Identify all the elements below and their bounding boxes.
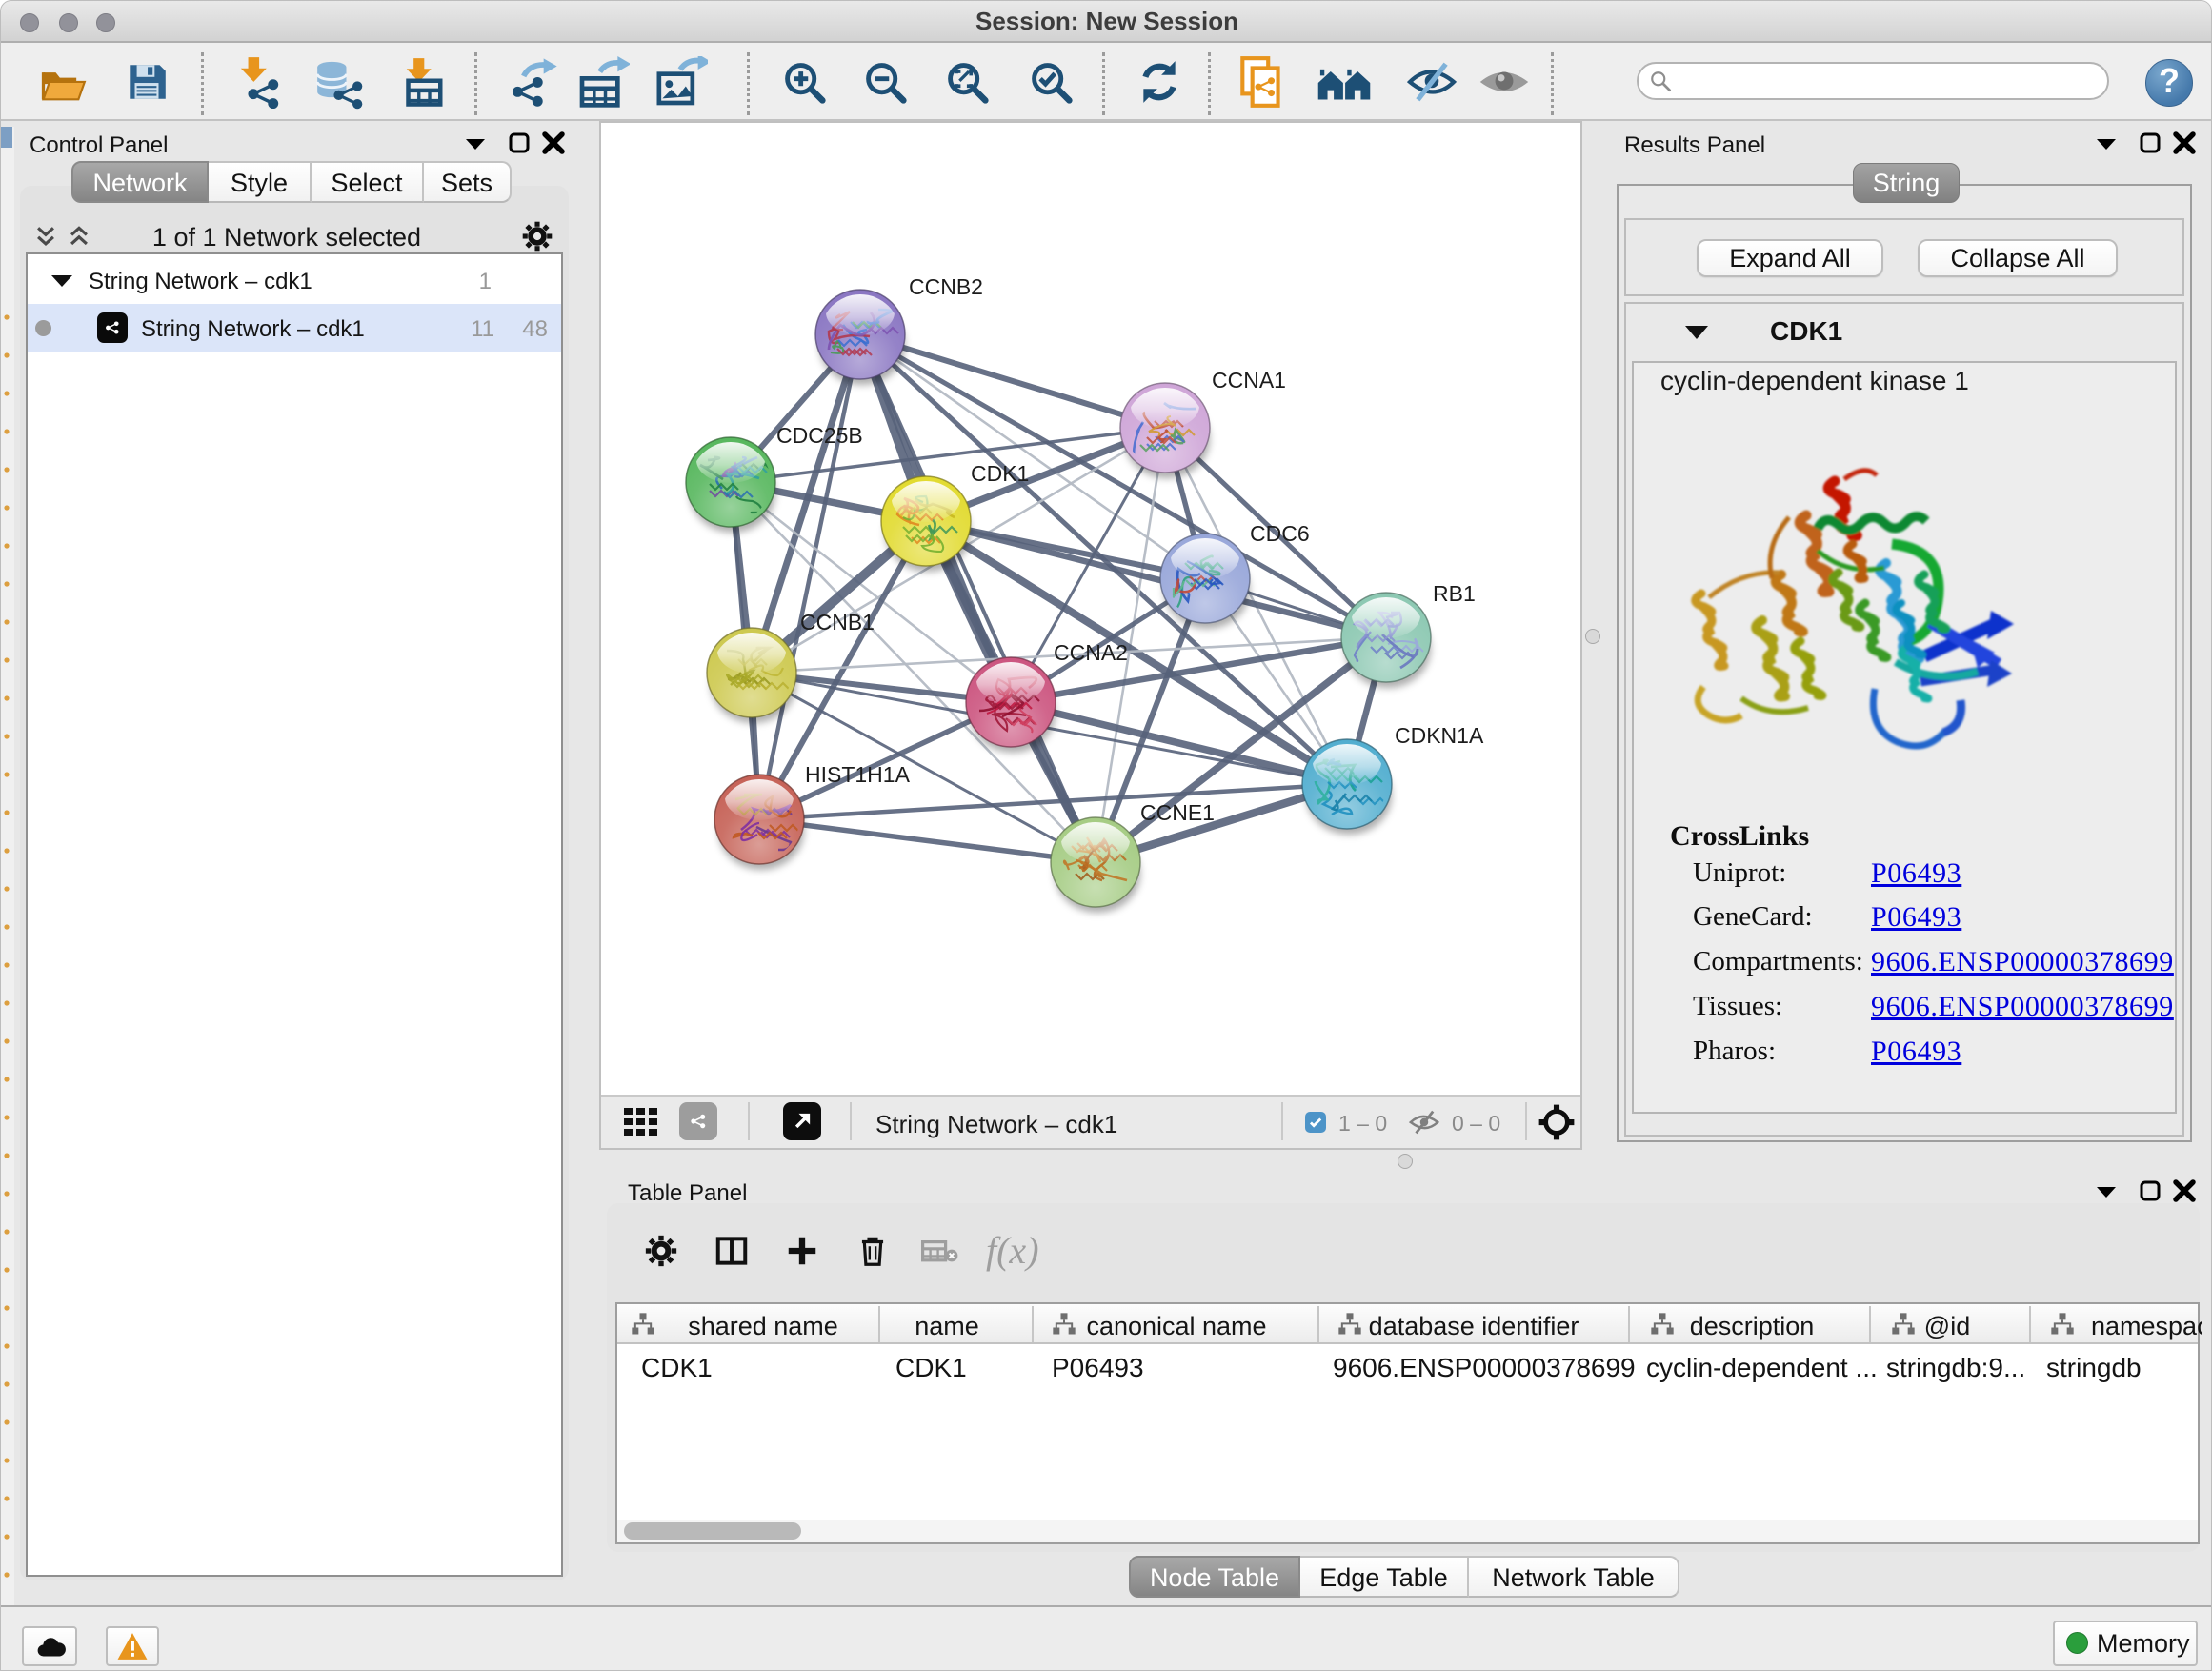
svg-text:CDC6: CDC6 [1250, 521, 1310, 546]
svg-text:CDC25B: CDC25B [776, 423, 863, 448]
svg-text:CCNA1: CCNA1 [1212, 368, 1286, 393]
svg-text:CDKN1A: CDKN1A [1395, 723, 1484, 748]
svg-text:CCNB2: CCNB2 [909, 274, 983, 299]
svg-text:RB1: RB1 [1433, 581, 1476, 606]
svg-text:CCNE1: CCNE1 [1140, 800, 1215, 825]
svg-text:HIST1H1A: HIST1H1A [805, 762, 911, 787]
svg-text:CCNB1: CCNB1 [800, 610, 875, 634]
svg-text:CCNA2: CCNA2 [1054, 640, 1128, 665]
svg-text:CDK1: CDK1 [971, 461, 1029, 486]
